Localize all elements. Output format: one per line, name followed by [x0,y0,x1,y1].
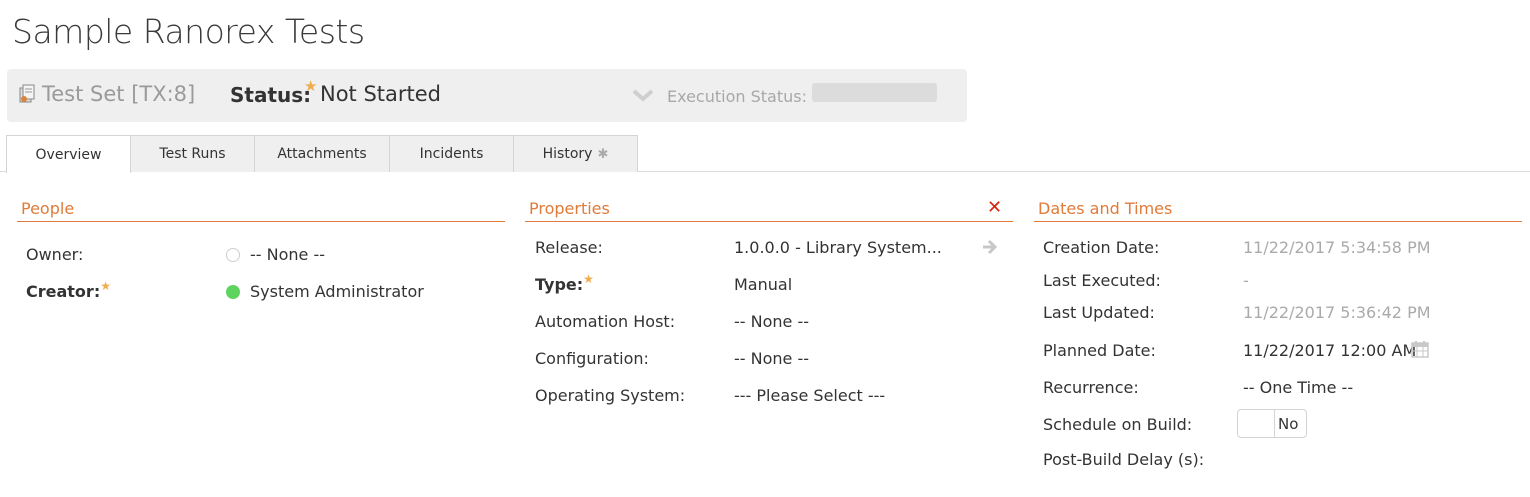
planned-date-label: Planned Date: [1043,341,1156,360]
tab-bar: Overview Test Runs Attachments Incidents… [0,135,1530,173]
planned-date-value[interactable]: 11/22/2017 12:00 AM [1243,341,1416,360]
execution-status-label: Execution Status: [667,87,807,106]
tab-attachments[interactable]: Attachments [254,135,390,172]
creation-date-value: 11/22/2017 5:34:58 PM [1243,238,1431,257]
tab-label: Overview [35,146,102,163]
test-set-icon [18,84,36,104]
type-label: Type:★ [535,272,594,294]
tab-test-runs[interactable]: Test Runs [130,135,255,172]
required-star-icon: ★ [304,77,318,95]
schedule-on-build-label: Schedule on Build: [1043,415,1193,434]
toggle-knob [1238,410,1275,437]
schedule-on-build-toggle[interactable]: No [1237,409,1307,438]
tab-label: History [542,146,593,162]
section-title-dates: Dates and Times [1034,199,1522,222]
last-updated-label: Last Updated: [1043,303,1155,322]
owner-label: Owner: [26,245,84,264]
configuration-label: Configuration: [535,349,649,368]
section-title-people: People [17,199,505,222]
tab-label: Attachments [277,146,367,162]
status-value[interactable]: Not Started [320,82,441,106]
creator-label: Creator:★ [26,279,111,301]
required-star-icon: ★ [583,272,594,286]
close-icon[interactable]: ✕ [987,197,1002,218]
status-label: Status: [230,83,312,107]
release-label: Release: [535,238,603,257]
type-label-text: Type: [535,275,584,294]
last-executed-label: Last Executed: [1043,271,1161,290]
release-value[interactable]: 1.0.0.0 - Library System... [734,238,942,257]
creator-label-text: Creator: [26,282,101,301]
page-title: Sample Ranorex Tests [12,12,365,51]
automation-host-value[interactable]: -- None -- [734,312,809,331]
calendar-icon[interactable] [1411,340,1429,358]
creator-online-dot [226,285,240,299]
configuration-value[interactable]: -- None -- [734,349,809,368]
creator-value[interactable]: System Administrator [250,282,424,301]
tab-label: Test Runs [159,146,226,162]
tab-incidents[interactable]: Incidents [389,135,514,172]
execution-status-bar [812,83,937,102]
section-title-properties: Properties [525,199,1013,222]
creation-date-label: Creation Date: [1043,238,1160,257]
chevron-down-icon[interactable] [631,85,655,105]
owner-value[interactable]: -- None -- [250,245,325,264]
artifact-type: Test Set [TX:8] [42,82,196,106]
arrow-right-icon[interactable] [981,238,999,256]
last-updated-value: 11/22/2017 5:36:42 PM [1243,303,1431,322]
artifact-header: Test Set [TX:8] Status: ★ Not Started Ex… [7,69,967,122]
tab-label: Incidents [419,146,484,162]
required-star-icon: ★ [100,279,111,293]
automation-host-label: Automation Host: [535,312,676,331]
type-value[interactable]: Manual [734,275,792,294]
recurrence-label: Recurrence: [1043,378,1139,397]
operating-system-label: Operating System: [535,386,686,405]
owner-status-dot [226,248,240,262]
toggle-state-label: No [1278,415,1299,433]
operating-system-value[interactable]: --- Please Select --- [734,386,885,405]
post-build-delay-label: Post-Build Delay (s): [1043,450,1205,469]
last-executed-value: - [1243,271,1249,290]
recurrence-value[interactable]: -- One Time -- [1243,378,1353,397]
tab-overview[interactable]: Overview [6,135,131,173]
gear-icon: ✱ [597,146,609,162]
tab-history[interactable]: History ✱ [513,135,638,172]
